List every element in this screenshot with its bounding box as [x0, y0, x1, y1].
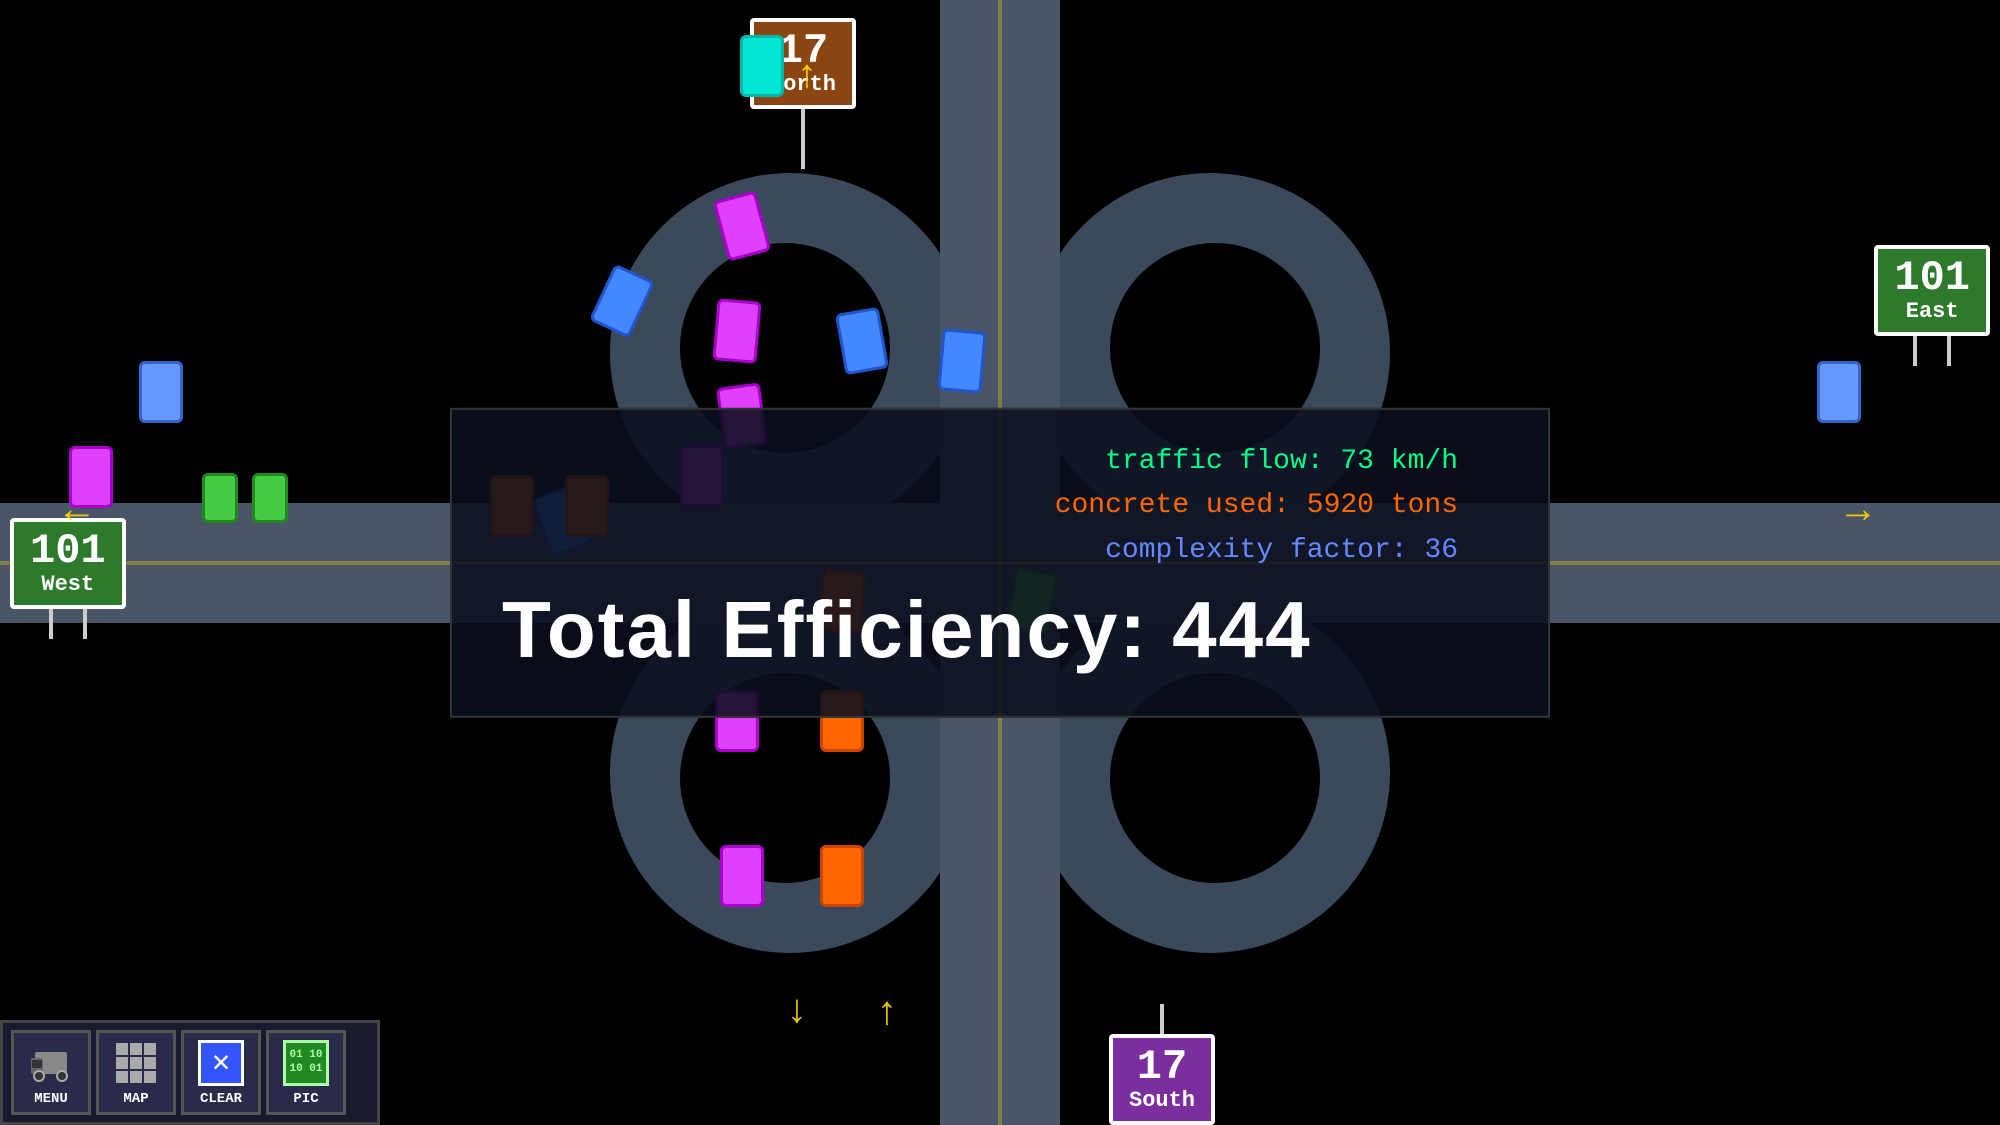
sign-box-17-south: 17 South: [1109, 1034, 1215, 1125]
arrow-right-east: →: [1846, 490, 1870, 535]
sign-101-west-direction: West: [30, 572, 106, 597]
map-button[interactable]: MAP: [96, 1030, 176, 1115]
pic-label: PIC: [293, 1091, 318, 1107]
sign-101-east-direction: East: [1894, 299, 1970, 324]
car-blue-east: [1817, 361, 1861, 423]
car-green-west-sm2: [252, 473, 288, 523]
x-icon: ✕: [198, 1040, 244, 1086]
pic-button[interactable]: 01 1010 01 PIC: [266, 1030, 346, 1115]
toolbar: MENU MAP ✕ CLEAR 01 1: [0, 1020, 380, 1125]
map-icon: [112, 1039, 160, 1087]
sign-box-101-east: 101 East: [1874, 245, 1990, 336]
pic-icon-display: 01 1010 01: [283, 1040, 329, 1086]
map-label: MAP: [123, 1091, 148, 1107]
car-pink-west: [69, 446, 113, 508]
arrow-up-south2: ↑: [875, 992, 899, 1037]
car-blue-3: [937, 328, 986, 394]
car-pink-6: [720, 845, 764, 907]
pic-icon: 01 1010 01: [282, 1039, 330, 1087]
sign-post-east2: [1947, 336, 1951, 366]
sign-17-south-number: 17: [1129, 1046, 1195, 1088]
complexity-value-txt: 36: [1424, 535, 1458, 566]
sign-101-west: 101 West: [10, 518, 126, 639]
truck-svg: [27, 1042, 75, 1084]
car-blue-west: [139, 361, 183, 423]
menu-label: MENU: [34, 1091, 68, 1107]
menu-icon: [27, 1039, 75, 1087]
grid-icon: [116, 1043, 156, 1083]
car-cyan-1: [740, 35, 784, 97]
concrete-label-txt: concrete used:: [1055, 490, 1290, 521]
car-pink-2: [712, 298, 761, 364]
sign-post-south: [1160, 1004, 1164, 1034]
sign-post-west1: [49, 609, 53, 639]
arrow-up-north: ↑: [795, 55, 819, 100]
traffic-value-txt: 73 km/h: [1340, 445, 1458, 476]
sign-post-west2: [83, 609, 87, 639]
sign-17-south: 17 South: [1109, 1004, 1215, 1125]
menu-button[interactable]: MENU: [11, 1030, 91, 1115]
result-overlay: traffic flow: 73 km/h concrete used: 592…: [450, 407, 1550, 717]
car-orange-3: [820, 845, 864, 907]
car-green-west-sm: [202, 473, 238, 523]
efficiency-display: Total Efficiency: 444: [502, 584, 1498, 676]
sign-post-north: [801, 109, 805, 139]
complexity-label-txt: complexity factor:: [1105, 535, 1407, 566]
traffic-label-txt: traffic flow:: [1105, 445, 1323, 476]
stats-display: traffic flow: 73 km/h concrete used: 592…: [502, 439, 1498, 573]
sign-post-north2: [801, 139, 805, 169]
sign-101-east-number: 101: [1894, 257, 1970, 299]
arrow-down-south: ↓: [785, 990, 809, 1035]
clear-button[interactable]: ✕ CLEAR: [181, 1030, 261, 1115]
sign-101-west-number: 101: [30, 530, 106, 572]
sign-17-south-direction: South: [1129, 1088, 1195, 1113]
concrete-value-txt: 5920 tons: [1307, 490, 1458, 521]
sign-101-east: 101 East: [1874, 245, 1990, 366]
clear-icon: ✕: [197, 1039, 245, 1087]
clear-label: CLEAR: [200, 1091, 242, 1107]
sign-post-east1: [1913, 336, 1917, 366]
